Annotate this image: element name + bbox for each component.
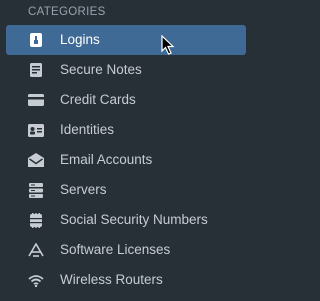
- ssn-icon: [28, 212, 44, 228]
- mouse-pointer-icon: [161, 35, 175, 55]
- category-label: Logins: [60, 32, 100, 47]
- category-item-wireless-routers[interactable]: Wireless Routers: [0, 265, 252, 295]
- envelope-open-icon: [28, 152, 44, 168]
- software-license-icon: [28, 242, 44, 258]
- category-label: Social Security Numbers: [60, 212, 208, 227]
- category-label: Wireless Routers: [60, 272, 163, 287]
- wifi-icon: [28, 272, 44, 288]
- category-label: Identities: [60, 122, 115, 137]
- category-item-secure-notes[interactable]: Secure Notes: [0, 55, 252, 85]
- category-item-identities[interactable]: Identities: [0, 115, 252, 145]
- category-item-social-security-numbers[interactable]: Social Security Numbers: [0, 205, 252, 235]
- category-item-credit-cards[interactable]: Credit Cards: [0, 85, 252, 115]
- login-key-icon: [28, 32, 44, 48]
- category-item-servers[interactable]: Servers: [0, 175, 252, 205]
- category-item-software-licenses[interactable]: Software Licenses: [0, 235, 252, 265]
- note-icon: [28, 62, 44, 78]
- category-item-email-accounts[interactable]: Email Accounts: [0, 145, 252, 175]
- server-icon: [28, 182, 44, 198]
- category-label: Servers: [60, 182, 107, 197]
- section-title: CATEGORIES: [28, 6, 106, 18]
- category-label: Software Licenses: [60, 242, 171, 257]
- id-card-icon: [28, 122, 44, 138]
- category-label: Email Accounts: [60, 152, 153, 167]
- category-label: Secure Notes: [60, 62, 142, 77]
- category-item-logins[interactable]: Logins: [6, 25, 246, 55]
- credit-card-icon: [28, 92, 44, 108]
- category-label: Credit Cards: [60, 92, 136, 107]
- categories-panel: CATEGORIES Logins Secure Notes Credit Ca…: [0, 0, 252, 301]
- category-list: Logins Secure Notes Credit Cards Identit…: [0, 25, 252, 295]
